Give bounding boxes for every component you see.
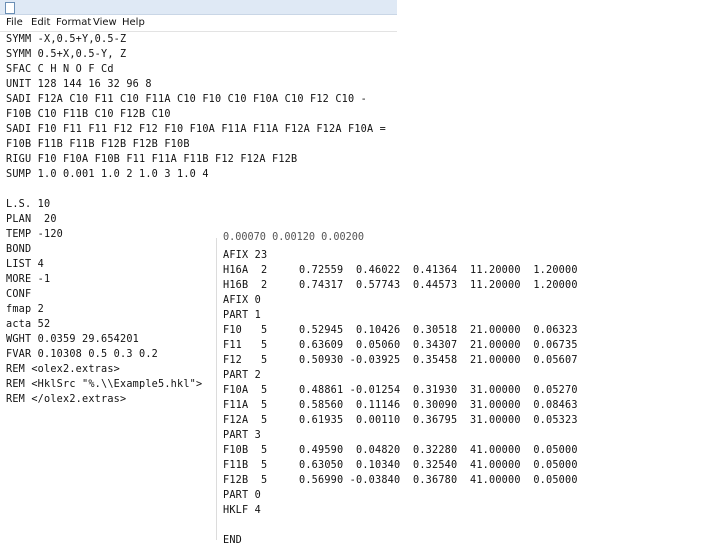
text-line: F11A 5 0.58560 0.11146 0.30090 31.00000 …: [223, 400, 578, 411]
text-line: SFAC C H N O F Cd: [6, 64, 114, 75]
text-line: CONF: [6, 289, 32, 300]
notepad-app-icon[interactable]: [5, 2, 15, 14]
text-line: F10B 5 0.49590 0.04820 0.32280 41.00000 …: [223, 445, 578, 456]
text-line: AFIX 0: [223, 295, 262, 306]
text-line: F12B 5 0.56990 -0.03840 0.36780 41.00000…: [223, 475, 578, 486]
text-line: SADI F10 F11 F11 F12 F12 F10 F10A F11A F…: [6, 124, 387, 135]
text-line: REM <olex2.extras>: [6, 364, 121, 375]
text-line: UNIT 128 144 16 32 96 8: [6, 79, 152, 90]
text-line: REM </olex2.extras>: [6, 394, 127, 405]
menu-edit[interactable]: Edit: [31, 17, 50, 28]
notepad-window-atoms: 0.00070 0.00120 0.00200 AFIX 23 H16A 2 0.…: [216, 232, 720, 546]
title-bar[interactable]: [0, 0, 397, 15]
menu-view[interactable]: View: [93, 17, 117, 28]
text-line: RIGU F10 F10A F10B F11 F11A F11B F12 F12…: [6, 154, 298, 165]
text-line: F10A 5 0.48861 -0.01254 0.31930 31.00000…: [223, 385, 578, 396]
text-line: PART 3: [223, 430, 262, 441]
text-line: REM <HklSrc "%.\\Example5.hkl">: [6, 379, 203, 390]
text-line: SYMM 0.5+X,0.5-Y, Z: [6, 49, 127, 60]
partial-text-line: 0.00070 0.00120 0.00200: [223, 232, 365, 243]
text-line: F10B C10 F11B C10 F12B C10: [6, 109, 171, 120]
text-line: PART 1: [223, 310, 262, 321]
text-line: MORE -1: [6, 274, 51, 285]
text-line: F12 5 0.50930 -0.03925 0.35458 21.00000 …: [223, 355, 578, 366]
text-line: FVAR 0.10308 0.5 0.3 0.2: [6, 349, 159, 360]
text-line: H16B 2 0.74317 0.57743 0.44573 11.20000 …: [223, 280, 578, 291]
text-line: SADI F12A C10 F11 C10 F11A C10 F10 C10 F…: [6, 94, 368, 105]
text-line: H16A 2 0.72559 0.46022 0.41364 11.20000 …: [223, 265, 578, 276]
menu-help[interactable]: Help: [122, 17, 145, 28]
text-line: END: [223, 535, 243, 546]
text-line: F10 5 0.52945 0.10426 0.30518 21.00000 0…: [223, 325, 578, 336]
text-line: PLAN 20: [6, 214, 57, 225]
text-line: TEMP -120: [6, 229, 64, 240]
text-line: AFIX 23: [223, 250, 268, 261]
text-line: F11 5 0.63609 0.05060 0.34307 21.00000 0…: [223, 340, 578, 351]
text-line: fmap 2: [6, 304, 45, 315]
text-line: BOND: [6, 244, 32, 255]
text-line: LIST 4: [6, 259, 45, 270]
menu-bar: File Edit Format View Help: [0, 15, 397, 32]
text-line: PART 0: [223, 490, 262, 501]
text-line: F12A 5 0.61935 0.00110 0.36795 31.00000 …: [223, 415, 578, 426]
text-line: F10B F11B F11B F12B F12B F10B: [6, 139, 190, 150]
text-line: HKLF 4: [223, 505, 262, 516]
text-line: acta 52: [6, 319, 51, 330]
text-line: PART 2: [223, 370, 262, 381]
text-line: WGHT 0.0359 29.654201: [6, 334, 140, 345]
text-line: SYMM -X,0.5+Y,0.5-Z: [6, 34, 127, 45]
text-line: SUMP 1.0 0.001 1.0 2 1.0 3 1.0 4: [6, 169, 209, 180]
text-line: L.S. 10: [6, 199, 51, 210]
text-line: F11B 5 0.63050 0.10340 0.32540 41.00000 …: [223, 460, 578, 471]
menu-format[interactable]: Format: [56, 17, 91, 28]
menu-file[interactable]: File: [6, 17, 23, 28]
